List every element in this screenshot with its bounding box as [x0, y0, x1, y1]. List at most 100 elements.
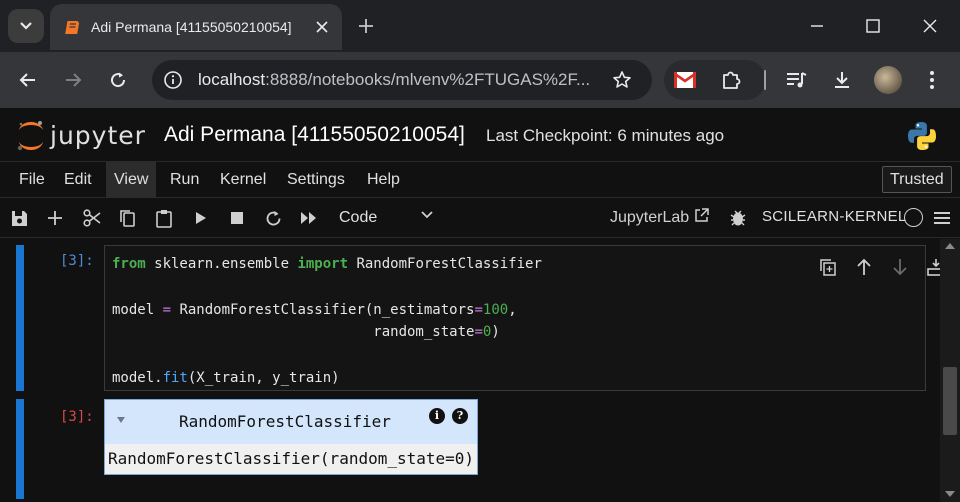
minimize-icon[interactable] — [802, 12, 832, 40]
browser-toolbar: localhost:8888/notebooks/mlvenv%2FTUGAS%… — [0, 52, 960, 108]
code-token: from — [112, 256, 146, 272]
hamburger-menu-icon[interactable] — [934, 211, 950, 225]
cell-type-value: Code — [339, 209, 378, 226]
menu-file[interactable]: File — [11, 162, 53, 198]
move-down-icon[interactable] — [889, 256, 911, 278]
trusted-indicator[interactable]: Trusted — [882, 166, 952, 193]
menu-settings[interactable]: Settings — [279, 162, 353, 198]
debugger-bug-icon[interactable] — [730, 209, 746, 227]
new-tab-icon[interactable] — [354, 14, 378, 38]
code-token: 0 — [482, 324, 492, 341]
input-collapser[interactable] — [16, 245, 24, 391]
code-token: = — [162, 301, 172, 318]
gmail-extension-icon[interactable] — [672, 68, 698, 92]
help-icon[interactable]: ? — [452, 408, 468, 424]
back-icon[interactable] — [12, 64, 44, 96]
jupyterlab-link-label: JupyterLab — [610, 209, 690, 226]
copy-icon[interactable] — [116, 206, 140, 230]
cut-icon[interactable] — [80, 206, 104, 230]
save-icon[interactable] — [7, 206, 31, 230]
tab-search-button[interactable] — [8, 9, 44, 43]
cell-type-select[interactable]: Code — [332, 204, 442, 232]
restart-run-all-icon[interactable] — [297, 206, 321, 230]
browser-tab-strip: Adi Permana [41155050210054] — [0, 0, 960, 52]
code-token: = — [474, 301, 483, 318]
close-tab-icon[interactable] — [312, 17, 332, 37]
scrollbar-thumb[interactable] — [943, 367, 957, 435]
output-collapser[interactable] — [16, 399, 24, 499]
code-editor[interactable]: from sklearn.ensemble import RandomFores… — [104, 245, 940, 391]
puzzle-extensions-icon[interactable] — [718, 68, 744, 92]
jupyter-logo[interactable]: jupyter — [16, 119, 148, 153]
more-menu-icon[interactable] — [916, 64, 948, 96]
bookmark-star-icon[interactable] — [610, 68, 634, 92]
notebook-name[interactable]: Adi Permana [41155050210054] — [164, 123, 465, 147]
jupyterlab-link[interactable]: JupyterLab — [610, 208, 709, 227]
add-cell-icon[interactable] — [43, 206, 67, 230]
run-cell-icon[interactable] — [189, 206, 213, 230]
output-prompt: [3]: — [60, 409, 94, 425]
insert-above-icon[interactable] — [925, 256, 940, 278]
menu-kernel[interactable]: Kernel — [212, 162, 274, 198]
extensions-group — [664, 60, 766, 100]
forward-icon[interactable] — [57, 64, 89, 96]
menu-help[interactable]: Help — [359, 162, 408, 198]
estimator-title: RandomForestClassifier — [179, 412, 391, 431]
code-line-1: from sklearn.ensemble import RandomFores… — [112, 256, 542, 272]
reload-icon[interactable] — [102, 64, 134, 96]
toolbar-divider — [764, 70, 766, 90]
tab-title: Adi Permana [41155050210054] — [91, 19, 292, 35]
menu-edit[interactable]: Edit — [56, 162, 100, 198]
menu-run[interactable]: Run — [162, 162, 207, 198]
profile-avatar[interactable] — [874, 66, 902, 94]
notebook-scrollbar[interactable] — [940, 239, 960, 502]
address-bar[interactable]: localhost:8888/notebooks/mlvenv%2FTUGAS%… — [152, 60, 652, 100]
scroll-up-arrow-icon[interactable] — [945, 243, 955, 249]
estimator-repr: RandomForestClassifier(random_state=0) — [108, 449, 475, 468]
code-line-6: model.fit(X_train, y_train) — [112, 369, 340, 386]
notebook-favicon-icon — [65, 21, 80, 34]
code-token: import — [297, 256, 349, 272]
code-token: 100 — [482, 301, 509, 318]
python-logo-icon — [908, 122, 936, 150]
browser-tab-active[interactable]: Adi Permana [41155050210054] — [50, 4, 342, 50]
download-icon[interactable] — [826, 64, 858, 96]
restart-kernel-icon[interactable] — [261, 206, 285, 230]
kernel-idle-indicator — [904, 208, 923, 227]
url-host: localhost — [198, 70, 266, 89]
jupyter-logo-icon — [17, 121, 43, 151]
code-token: fit — [162, 369, 188, 386]
external-link-icon — [694, 208, 709, 222]
input-prompt: [3]: — [60, 253, 94, 269]
jupyter-header: jupyter Adi Permana [41155050210054] Las… — [0, 108, 960, 162]
notebook-cells: [3]: from sklearn.ensemble import Random… — [0, 239, 940, 502]
interrupt-kernel-icon[interactable] — [225, 206, 249, 230]
notebook-toolbar: Code JupyterLab SCILEARN-KERNEL — [0, 198, 960, 238]
paste-icon[interactable] — [152, 206, 176, 230]
duplicate-cell-icon[interactable] — [817, 256, 839, 278]
close-window-icon[interactable] — [915, 12, 945, 40]
code-line-3: model = RandomForestClassifier(n_estimat… — [112, 301, 517, 318]
url-path: :8888/notebooks/mlvenv%2FTUGAS%2F... — [265, 70, 591, 89]
menu-bar: File Edit View Run Kernel Settings Help … — [0, 162, 960, 198]
code-content: from sklearn.ensemble import RandomFores… — [112, 253, 542, 390]
cell-action-toolbar — [817, 256, 940, 280]
media-queue-icon[interactable] — [780, 64, 812, 96]
site-info-icon[interactable] — [162, 69, 184, 91]
maximize-icon[interactable] — [858, 12, 888, 40]
last-checkpoint: Last Checkpoint: 6 minutes ago — [486, 126, 725, 145]
code-token: = — [474, 324, 483, 341]
scroll-down-arrow-icon[interactable] — [945, 491, 955, 497]
code-line-4: random_state=0) — [112, 324, 500, 341]
expand-caret-icon[interactable] — [117, 417, 125, 423]
move-up-icon[interactable] — [853, 256, 875, 278]
url-text: localhost:8888/notebooks/mlvenv%2FTUGAS%… — [198, 70, 598, 90]
kernel-name[interactable]: SCILEARN-KERNEL — [762, 208, 907, 225]
chevron-down-icon — [421, 211, 433, 219]
chevron-down-icon — [20, 22, 32, 30]
info-icon[interactable]: i — [429, 408, 445, 424]
estimator-output: RandomForestClassifier i ? RandomForestC… — [104, 399, 478, 475]
menu-view[interactable]: View — [106, 162, 157, 198]
jupyter-wordmark: jupyter — [50, 121, 146, 150]
estimator-header[interactable]: RandomForestClassifier i ? — [105, 400, 477, 444]
